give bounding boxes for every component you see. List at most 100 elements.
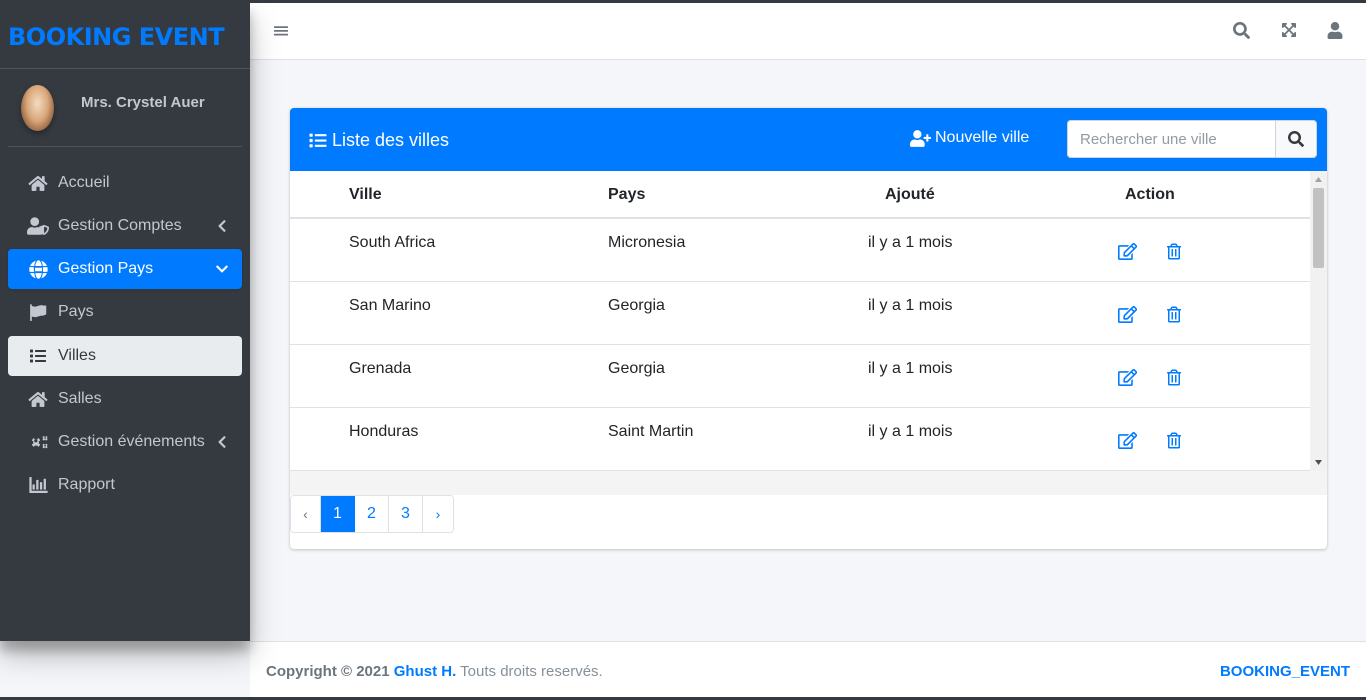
new-city-button[interactable]: Nouvelle ville <box>910 129 1029 147</box>
chevron-left-icon <box>218 220 226 232</box>
column-header-ajoute: Ajouté <box>885 186 935 203</box>
fullscreen-button[interactable] <box>1281 22 1299 40</box>
top-border <box>0 0 1366 3</box>
villes-card: Liste des villes Nouvelle ville Ville Pa… <box>290 108 1327 549</box>
hamburger-menu-button[interactable] <box>273 22 291 40</box>
table-header: Ville Pays Ajouté Action <box>290 171 1310 219</box>
table-bottom-band <box>290 471 1327 495</box>
pagination-page-1[interactable]: 1 <box>321 496 355 532</box>
pagination-next[interactable]: › <box>423 496 453 532</box>
trash-icon <box>1167 243 1181 259</box>
author-link[interactable]: Ghust H. <box>394 663 457 680</box>
cell-ajoute: il y a 1 mois <box>868 423 953 440</box>
sidebar-item-salles[interactable]: Salles <box>8 379 242 419</box>
edit-icon <box>1117 305 1137 323</box>
globe-icon <box>27 259 49 279</box>
user-plus-icon <box>910 129 931 147</box>
sidebar-item-label: Pays <box>58 303 94 320</box>
sidebar-item-gestion-comptes[interactable]: Gestion Comptes <box>8 206 242 246</box>
edit-button[interactable] <box>1117 241 1137 261</box>
city-search-input[interactable] <box>1067 120 1275 158</box>
cell-ajoute: il y a 1 mois <box>868 297 953 314</box>
top-navbar <box>250 3 1366 60</box>
cell-ville: San Marino <box>349 297 431 314</box>
sidebar-item-label: Salles <box>58 390 102 407</box>
scroll-down-arrow[interactable] <box>1310 454 1327 471</box>
card-header: Liste des villes Nouvelle ville <box>290 108 1327 171</box>
table-scrollbar[interactable] <box>1310 171 1327 471</box>
sidebar-item-accueil[interactable]: Accueil <box>8 163 242 203</box>
trash-icon <box>1167 432 1181 448</box>
edit-button[interactable] <box>1117 304 1137 324</box>
column-header-action: Action <box>1125 186 1175 203</box>
pagination-page-3[interactable]: 3 <box>389 496 423 532</box>
cell-ville: South Africa <box>349 234 436 251</box>
card-title: Liste des villes <box>309 130 449 151</box>
table-row: Honduras Saint Martin il y a 1 mois <box>290 408 1310 471</box>
brand-logo[interactable]: BOOKING EVENT <box>0 3 250 69</box>
edit-icon <box>1117 242 1137 260</box>
sidebar-item-rapport[interactable]: Rapport <box>8 465 242 505</box>
sidebar-item-pays[interactable]: Pays <box>8 292 242 332</box>
sidebar-item-gestion-evenements[interactable]: Gestion événements <box>8 422 242 462</box>
sidebar-item-label: Villes <box>58 347 96 364</box>
sidebar: BOOKING EVENT Mrs. Crystel Auer Accueil … <box>0 3 250 641</box>
pagination-page-2[interactable]: 2 <box>355 496 389 532</box>
chevron-left-icon <box>218 436 226 448</box>
sidebar-item-label: Rapport <box>58 476 115 493</box>
home-icon <box>27 390 49 408</box>
user-panel: Mrs. Crystel Auer <box>8 69 242 147</box>
avatar <box>21 85 54 131</box>
cell-ville: Honduras <box>349 423 419 440</box>
delete-button[interactable] <box>1164 241 1184 261</box>
sidebar-item-label: Gestion Comptes <box>58 217 182 234</box>
chevron-down-icon <box>216 265 228 273</box>
cell-ajoute: il y a 1 mois <box>868 360 953 377</box>
cell-pays: Georgia <box>608 360 665 377</box>
cell-pays: Georgia <box>608 297 665 314</box>
trash-icon <box>1167 306 1181 322</box>
sidebar-item-gestion-pays[interactable]: Gestion Pays <box>8 249 242 289</box>
user-name[interactable]: Mrs. Crystel Auer <box>81 94 205 111</box>
expand-arrows-icon <box>1282 22 1296 38</box>
user-menu-button[interactable] <box>1327 22 1345 40</box>
search-icon <box>1288 131 1304 147</box>
edit-icon <box>1117 368 1137 386</box>
list-icon <box>309 133 327 148</box>
footer: Copyright © 2021 Ghust H. Touts droits r… <box>250 641 1366 697</box>
sidebar-item-label: Gestion événements <box>58 433 205 450</box>
cogs-icon <box>27 433 49 451</box>
column-header-ville: Ville <box>349 186 382 203</box>
delete-button[interactable] <box>1164 430 1184 450</box>
pagination-prev[interactable]: ‹ <box>291 496 321 532</box>
cell-ville: Grenada <box>349 360 412 377</box>
sidebar-item-label: Gestion Pays <box>58 260 154 277</box>
scroll-thumb[interactable] <box>1313 188 1324 268</box>
search-icon <box>1233 22 1250 40</box>
bars-icon <box>274 26 288 36</box>
edit-button[interactable] <box>1117 367 1137 387</box>
pagination: ‹ 1 2 3 › <box>290 495 454 533</box>
delete-button[interactable] <box>1164 367 1184 387</box>
table-row: Grenada Georgia il y a 1 mois <box>290 345 1310 408</box>
card-title-text: Liste des villes <box>332 130 450 150</box>
delete-button[interactable] <box>1164 304 1184 324</box>
header-search-button[interactable] <box>1233 22 1251 40</box>
city-search-button[interactable] <box>1275 120 1317 158</box>
user-shield-icon <box>27 217 49 235</box>
chart-bar-icon <box>27 476 49 494</box>
rights-text: Touts droits reservés. <box>460 663 603 680</box>
new-city-label: Nouvelle ville <box>935 129 1030 146</box>
edit-button[interactable] <box>1117 430 1137 450</box>
flag-icon <box>27 303 49 321</box>
villes-table: Ville Pays Ajouté Action South Africa Mi… <box>290 171 1327 471</box>
scroll-up-arrow[interactable] <box>1310 171 1327 188</box>
city-search-group <box>1067 120 1317 158</box>
table-row: San Marino Georgia il y a 1 mois <box>290 282 1310 345</box>
table-row: South Africa Micronesia il y a 1 mois <box>290 219 1310 282</box>
edit-icon <box>1117 431 1137 449</box>
list-icon <box>27 347 49 365</box>
home-icon <box>27 174 49 192</box>
sidebar-item-villes[interactable]: Villes <box>8 336 242 376</box>
footer-brand: BOOKING_EVENT <box>1219 663 1350 680</box>
